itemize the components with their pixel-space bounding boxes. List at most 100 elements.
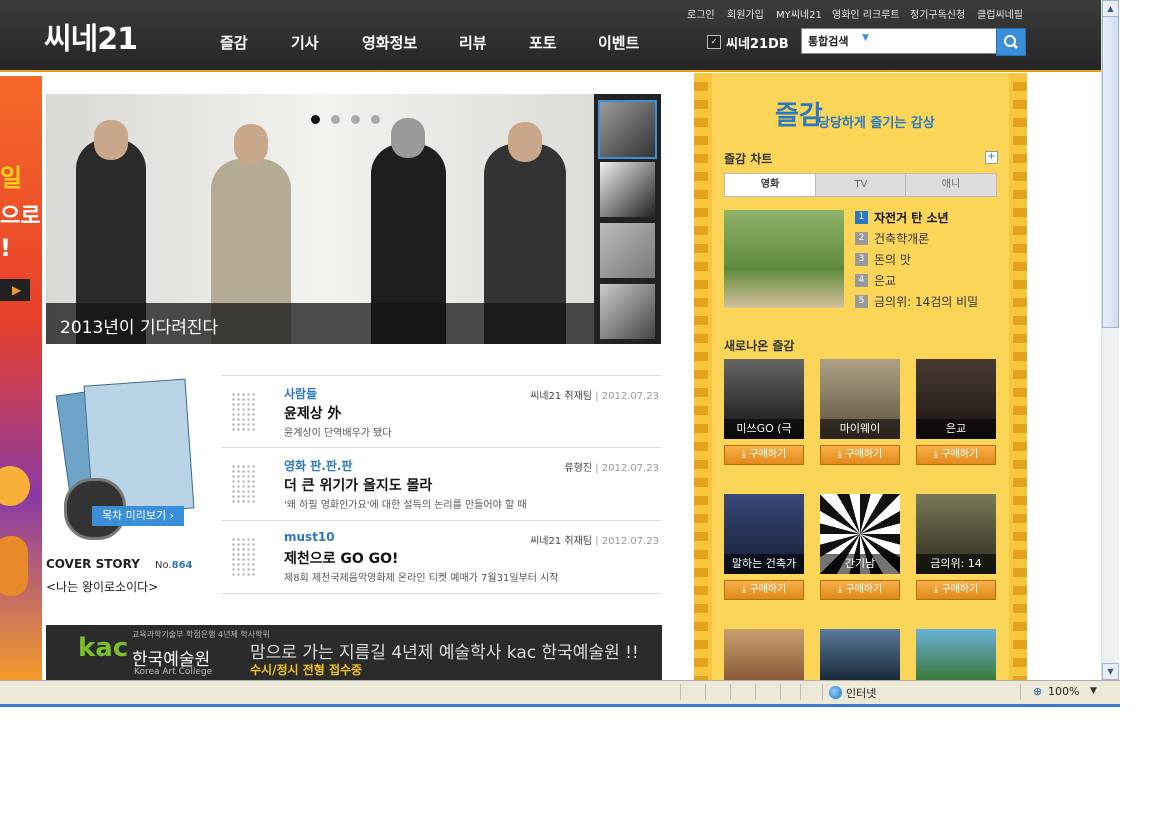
scroll-thumb[interactable] xyxy=(1102,16,1119,328)
club-cinephile-link[interactable]: 클럽씨네필 xyxy=(977,6,1023,21)
article-desc[interactable]: 제8회 제천국제음악영화제 온라인 티켓 예매가 7월31일부터 시작 xyxy=(284,569,559,584)
slide-dot-3[interactable] xyxy=(351,115,360,124)
poster[interactable] xyxy=(724,629,804,680)
hero-figure-head xyxy=(94,120,128,160)
scroll-up-arrow-icon[interactable]: ▲ xyxy=(1102,0,1119,17)
article-date: 2012.07.23 xyxy=(601,536,659,547)
slide-dot-1[interactable] xyxy=(311,115,320,124)
nav-articles[interactable]: 기사 xyxy=(291,32,319,53)
chevron-down-icon[interactable]: ▼ xyxy=(862,33,869,43)
article-category[interactable]: must10 xyxy=(284,530,335,544)
chevron-down-icon[interactable]: ▼ xyxy=(1090,686,1097,696)
hero-thumb-4[interactable] xyxy=(600,284,655,339)
my-cine21-link[interactable]: MY씨네21 xyxy=(776,6,822,21)
play-icon: ▶ xyxy=(0,279,30,301)
chart-top-image[interactable] xyxy=(724,210,844,308)
nav-jeulgam[interactable]: 즐감 xyxy=(220,32,248,53)
zoom-icon[interactable]: ⊕ xyxy=(1033,685,1042,698)
zoom-level[interactable]: 100% xyxy=(1048,685,1079,698)
scroll-down-arrow-icon[interactable]: ▼ xyxy=(1102,663,1119,680)
article-category[interactable]: 영화 판.판.판 xyxy=(284,457,353,474)
slide-dot-2[interactable] xyxy=(331,115,340,124)
site-logo[interactable]: 씨네21 xyxy=(44,14,138,58)
rank-title[interactable]: 돈의 맛 xyxy=(874,251,911,268)
hero-thumb-3[interactable] xyxy=(600,223,655,278)
buy-button[interactable]: ⤓ 구매하기 xyxy=(916,580,996,600)
search-icon xyxy=(1004,35,1018,49)
hero-thumb-1[interactable] xyxy=(598,100,657,159)
plus-icon[interactable]: + xyxy=(985,151,998,164)
rank-title[interactable]: 금의위: 14검의 비밀 xyxy=(874,293,978,310)
poster[interactable]: 마이웨이 xyxy=(820,359,900,439)
poster[interactable]: 은교 xyxy=(916,359,996,439)
nav-event[interactable]: 이벤트 xyxy=(598,32,639,53)
search-input[interactable] xyxy=(878,31,994,51)
status-separator xyxy=(800,684,801,700)
poster[interactable]: 금의위: 14 xyxy=(916,494,996,574)
banner-logo: kac xyxy=(78,633,129,663)
article-desc[interactable]: 윤계상이 단역배우가 됐다 xyxy=(284,424,392,439)
search-scope-select[interactable]: 통합검색 xyxy=(808,33,848,49)
divider xyxy=(221,447,661,448)
status-separator xyxy=(1020,684,1021,700)
article-dot-icon xyxy=(231,537,257,577)
nav-review[interactable]: 리뷰 xyxy=(459,32,487,53)
banner-headline: 맘으로 가는 지름길 4년제 예술학사 kac 한국예술원 !! xyxy=(250,643,639,663)
buy-button[interactable]: ⤓ 구매하기 xyxy=(820,445,900,465)
buy-button[interactable]: ⤓ 구매하기 xyxy=(724,445,804,465)
search-button[interactable] xyxy=(996,28,1026,56)
article-dot-icon xyxy=(231,392,257,432)
tab-tv[interactable]: TV xyxy=(815,173,907,197)
signup-link[interactable]: 회원가입 xyxy=(727,6,764,21)
poster[interactable]: 말하는 건축가 xyxy=(724,494,804,574)
jeulgam-logo[interactable]: 즐감 xyxy=(775,95,823,132)
poster[interactable] xyxy=(820,629,900,680)
poster-title: 은교 xyxy=(916,419,996,439)
article-desc[interactable]: '왜 하필 영화인가요'에 대한 설득의 논리를 만들어야 할 때 xyxy=(284,496,527,511)
tab-animation[interactable]: 애니 xyxy=(905,173,997,197)
rank-title[interactable]: 건축학개론 xyxy=(874,230,929,247)
nav-photo[interactable]: 포토 xyxy=(529,32,557,53)
left-side-ad[interactable]: 일 으로 ! ▶ xyxy=(0,76,42,680)
poster-title: 미쓰GO (극 xyxy=(724,419,804,439)
issue-number: No.864 xyxy=(155,560,192,571)
issue-number-prefix: No. xyxy=(155,560,172,571)
hero-caption[interactable]: 2013년이 기다려진다 xyxy=(60,313,218,338)
film-perforation xyxy=(694,73,708,680)
rank-badge: 3 xyxy=(855,253,868,266)
status-separator xyxy=(822,684,823,700)
hero-thumb-2[interactable] xyxy=(600,162,655,217)
article-title[interactable]: 제천으로 GO GO! xyxy=(284,548,398,568)
subscribe-link[interactable]: 정기구독신청 xyxy=(910,6,965,21)
poster[interactable]: 미쓰GO (극 xyxy=(724,359,804,439)
divider xyxy=(221,593,661,594)
security-zone-label: 인터넷 xyxy=(846,687,877,700)
login-link[interactable]: 로그인 xyxy=(687,6,715,21)
issue-number-value: 864 xyxy=(171,560,193,571)
db-checkbox[interactable]: ✓ xyxy=(707,35,721,49)
left-ad-text: 일 xyxy=(0,164,23,192)
article-title[interactable]: 더 큰 위기가 올지도 몰라 xyxy=(284,475,432,495)
article-byline: 류형진 | 2012.07.23 xyxy=(564,463,659,474)
article-dot-icon xyxy=(231,464,257,504)
toc-preview-button[interactable]: 목차 미리보기 › xyxy=(92,506,184,526)
poster-title: 말하는 건축가 xyxy=(724,554,804,574)
tab-movie[interactable]: 영화 xyxy=(724,173,816,197)
poster[interactable] xyxy=(916,629,996,680)
buy-button[interactable]: ⤓ 구매하기 xyxy=(724,580,804,600)
article-category[interactable]: 사람들 xyxy=(284,385,317,402)
recruit-link[interactable]: 영화인 리크루트 xyxy=(832,6,900,21)
poster[interactable]: 간기남 xyxy=(820,494,900,574)
cover-story-title[interactable]: <나는 왕이로소이다> xyxy=(46,578,158,595)
rank-title[interactable]: 자전거 탄 소년 xyxy=(874,209,949,226)
rank-badge: 1 xyxy=(855,211,868,224)
rank-title[interactable]: 은교 xyxy=(874,272,896,289)
buy-button[interactable]: ⤓ 구매하기 xyxy=(916,445,996,465)
nav-movie-info[interactable]: 영화정보 xyxy=(362,32,417,53)
db-label: 씨네21DB xyxy=(726,37,789,52)
buy-button[interactable]: ⤓ 구매하기 xyxy=(820,580,900,600)
article-title[interactable]: 윤제상 外 xyxy=(284,403,342,423)
banner-school-english: Korea Art College xyxy=(134,667,213,677)
divider xyxy=(221,375,661,376)
slide-dot-4[interactable] xyxy=(371,115,380,124)
